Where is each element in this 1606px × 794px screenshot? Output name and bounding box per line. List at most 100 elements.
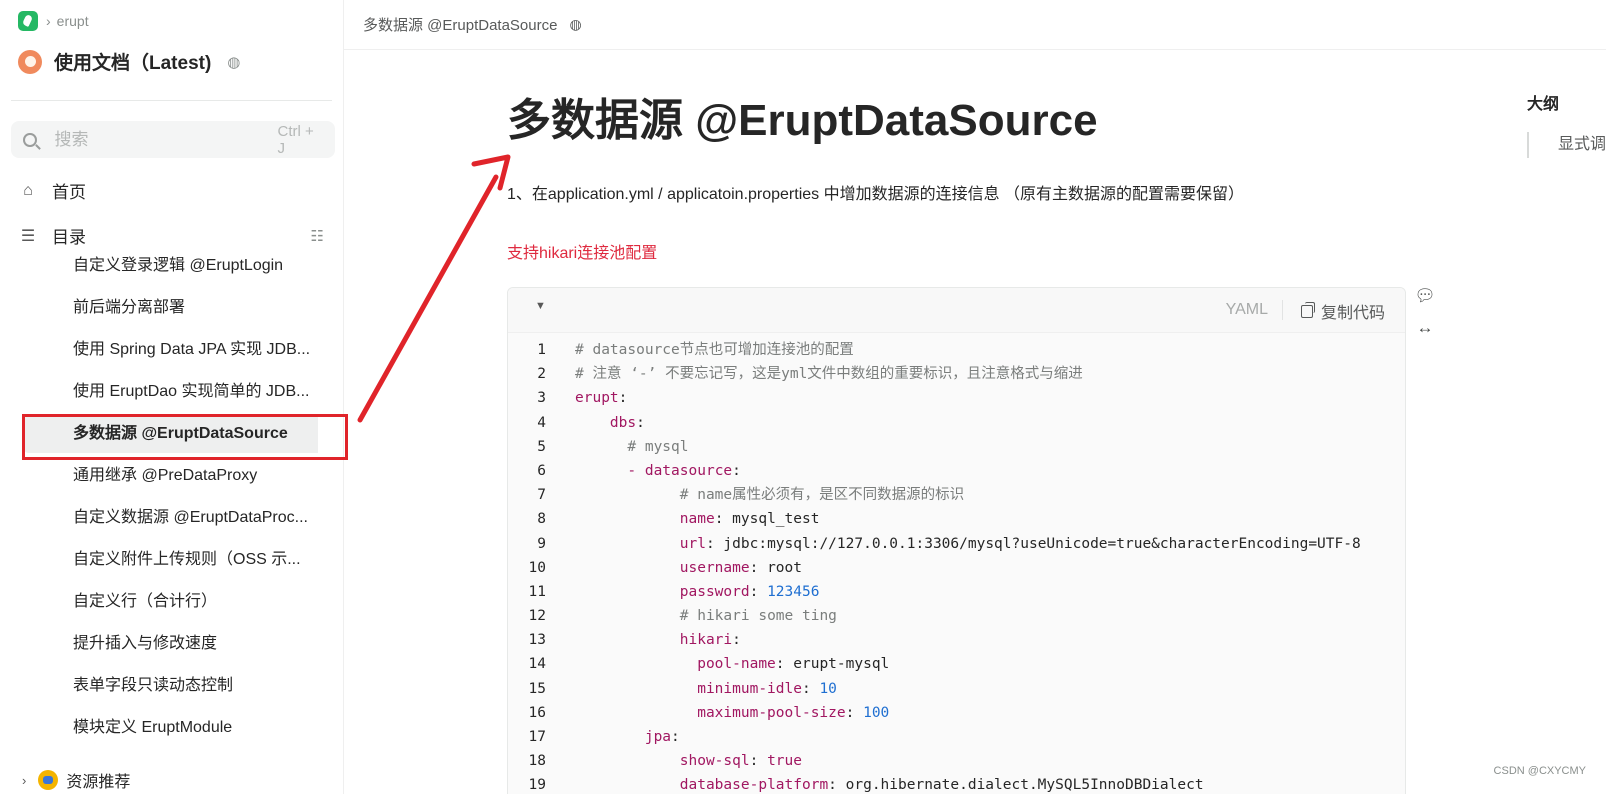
code-token: : [732, 632, 741, 649]
code-text: - datasource: [575, 459, 741, 483]
globe-icon[interactable]: ◍ [227, 53, 240, 71]
code-text: dbs: [575, 411, 645, 435]
code-token: : [749, 753, 768, 770]
line-number: 18 [528, 753, 546, 770]
code-text: pool-name: erupt-mysql [575, 652, 889, 676]
toc-item[interactable]: 模块定义 EruptModule [0, 707, 318, 749]
code-text: erupt: [575, 386, 627, 410]
toc-item[interactable]: 自定义数据源 @EruptDataProc... [0, 497, 318, 539]
code-token: minimum-idle [697, 680, 802, 697]
code-text: # mysql [575, 435, 688, 459]
code-text: # name属性必须有，是区不同数据源的标识 [575, 483, 964, 507]
code-token: : jdbc:mysql://127.0.0.1:3306/mysql?useU… [705, 535, 1361, 552]
outline-item[interactable]: 显式调 [1527, 132, 1606, 158]
code-token: : [671, 729, 680, 745]
annotation-arrow-head [471, 154, 511, 191]
code-text: name: mysql_test [575, 507, 820, 531]
toc-item[interactable]: 表单字段只读动态控制 [0, 665, 318, 707]
collapse-caret-icon[interactable]: ▼ [535, 300, 546, 312]
resources-emoji-icon [38, 770, 59, 790]
search-shortcut-hint: Ctrl + J [277, 122, 314, 157]
comment-icon[interactable]: 💬︎ [1414, 286, 1436, 308]
chevron-right-icon: › [46, 13, 51, 29]
toolbar-divider [1282, 300, 1283, 320]
code-token: url [679, 535, 706, 552]
space-breadcrumb[interactable]: › erupt [18, 11, 89, 31]
code-token: : [845, 704, 864, 721]
code-line: 17 jpa: [508, 725, 1405, 749]
line-number: 19 [528, 777, 546, 794]
code-token: : org.hibernate.dialect.MySQL5InnoDBDial… [828, 777, 1204, 794]
copy-code-button[interactable]: 复制代码 [1300, 299, 1385, 323]
book-title[interactable]: 使用文档（Latest) [54, 48, 211, 75]
code-text: username: root [575, 556, 802, 580]
code-token: : [801, 680, 820, 697]
toc-item[interactable]: 自定义行（合计行） [0, 581, 318, 623]
code-line: 10 username: root [508, 556, 1405, 580]
code-line: 7 # name属性必须有，是区不同数据源的标识 [508, 483, 1405, 507]
code-token: : [732, 462, 741, 479]
code-line: 13 hikari: [508, 628, 1405, 652]
code-text: jpa: [575, 725, 680, 749]
breadcrumb-space-name[interactable]: erupt [57, 13, 89, 29]
book-header[interactable]: 使用文档（Latest) ◍ [18, 48, 240, 75]
globe-icon[interactable]: ◍ [569, 16, 581, 33]
expand-width-icon[interactable]: ↔ [1414, 318, 1436, 340]
home-icon: ⌂ [23, 181, 33, 199]
code-text: password: 123456 [575, 580, 820, 604]
toc-item-active[interactable]: 多数据源 @EruptDataSource [0, 413, 318, 455]
toc-item[interactable]: 前后端分离部署 [0, 287, 318, 329]
block-side-tools: 💬︎ ↔ [1414, 286, 1436, 350]
line-number: 1 [537, 342, 546, 358]
doc-paragraph: 1、在application.yml / applicatoin.propert… [507, 186, 1245, 203]
annotation-arrow-shaft [357, 174, 499, 423]
code-line: 15 minimum-idle: 10 [508, 677, 1405, 701]
code-token: : erupt-mysql [775, 656, 890, 673]
code-text: # 注意 ‘-’ 不要忘记写，这是yml文件中数组的重要标识，且注意格式与缩进 [575, 362, 1083, 386]
line-number: 2 [537, 366, 546, 383]
code-token: # hikari some ting [679, 608, 837, 625]
toc-list-icon: ☰ [20, 227, 36, 245]
code-line: 14 pool-name: erupt-mysql [508, 652, 1405, 676]
code-token: - datasource [627, 462, 733, 479]
code-text: # hikari some ting [575, 604, 837, 628]
code-lines: 1 # datasource节点也可增加连接池的配置 2 # 注意 ‘-’ 不要忘记写… [508, 338, 1405, 794]
search-input[interactable] [52, 128, 278, 151]
code-token: username [679, 559, 750, 576]
code-line: 3 erupt: [508, 386, 1405, 410]
code-line: 18 show-sql: true [508, 749, 1405, 773]
outline-title: 大纲 [1527, 96, 1560, 113]
sidebar-item-home[interactable]: ⌂ 首页 [18, 178, 86, 203]
line-number: 3 [537, 390, 546, 407]
toc-item[interactable]: 自定义登录逻辑 @EruptLogin [0, 245, 318, 287]
sidebar-item-resources[interactable]: › 资源推荐 [22, 768, 130, 792]
code-token: password [679, 583, 750, 600]
code-token: database-platform [679, 777, 829, 794]
search-box[interactable]: Ctrl + J [11, 121, 335, 158]
code-token: # datasource节点也可增加连接池的配置 [575, 342, 854, 358]
code-text: url: jdbc:mysql://127.0.0.1:3306/mysql?u… [575, 532, 1361, 556]
toc-item[interactable]: 使用 Spring Data JPA 实现 JDB... [0, 329, 318, 371]
toc-item[interactable]: 通用继承 @PreDataProxy [0, 455, 318, 497]
book-logo-icon [18, 49, 42, 74]
toc-item[interactable]: 提升插入与修改速度 [0, 623, 318, 665]
code-line: 19 database-platform: org.hibernate.dial… [508, 773, 1405, 794]
code-language-label: YAML [1225, 301, 1268, 318]
chevron-right-icon[interactable]: › [22, 773, 26, 788]
watermark: CSDN @CXYCMY [1493, 765, 1586, 777]
code-token: true [767, 753, 802, 770]
code-line: 9 url: jdbc:mysql://127.0.0.1:3306/mysql… [508, 532, 1405, 556]
toc-item[interactable]: 使用 EruptDao 实现简单的 JDB... [0, 371, 318, 413]
collapse-toc-icon[interactable]: ☷ [311, 227, 324, 245]
toc-item[interactable]: 自定义附件上传规则（OSS 示... [0, 539, 318, 581]
